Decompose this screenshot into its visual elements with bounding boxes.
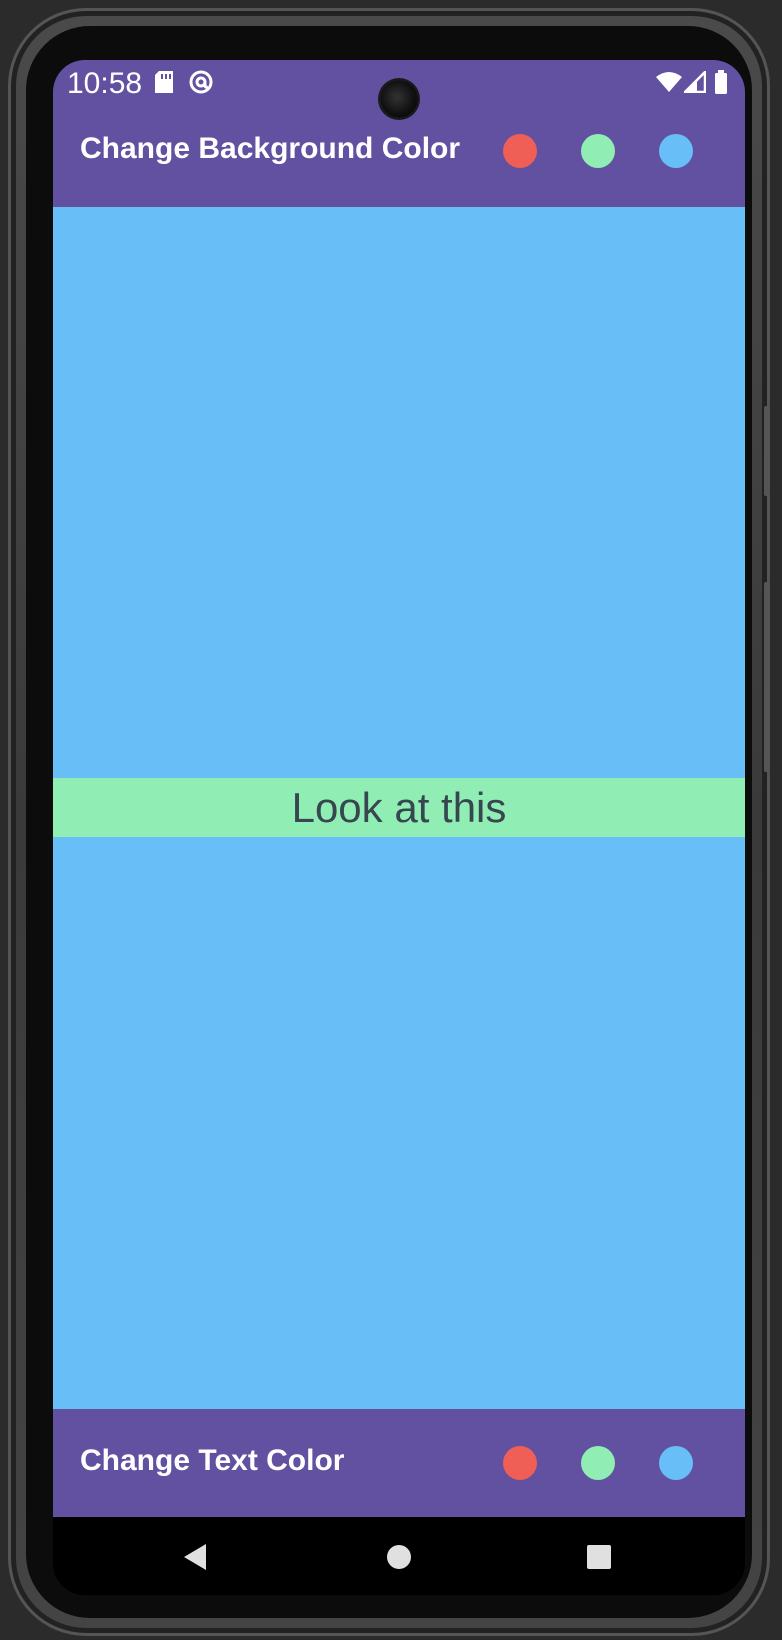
battery-icon: [707, 68, 735, 96]
content-area: Look at this: [53, 207, 745, 1409]
top-app-bar: 10:58 Change Background Color: [53, 60, 745, 207]
background-color-title: Change Background Color: [80, 132, 461, 165]
sd-card-icon: [150, 68, 178, 96]
text-green-button[interactable]: [581, 1446, 615, 1480]
volume-button: [764, 406, 770, 496]
recents-icon[interactable]: [579, 1537, 619, 1577]
bg-green-button[interactable]: [581, 134, 615, 168]
system-nav-bar: [53, 1517, 745, 1595]
bottom-bar: Change Text Color: [53, 1409, 745, 1517]
text-red-button[interactable]: [503, 1446, 537, 1480]
at-sign-icon: [187, 68, 215, 96]
front-camera: [380, 80, 418, 118]
bg-red-button[interactable]: [503, 134, 537, 168]
bg-blue-button[interactable]: [659, 134, 693, 168]
signal-icon: [681, 68, 709, 96]
message-text: Look at this: [291, 783, 507, 831]
text-blue-button[interactable]: [659, 1446, 693, 1480]
wifi-icon: [655, 68, 683, 96]
text-color-title: Change Text Color: [80, 1444, 345, 1477]
screen: 10:58 Change Background Color Look at th…: [53, 60, 745, 1595]
message-banner: Look at this: [53, 778, 745, 837]
phone-frame: 10:58 Change Background Color Look at th…: [8, 8, 770, 1636]
back-icon[interactable]: [175, 1537, 215, 1577]
status-time: 10:58: [67, 67, 143, 100]
power-button: [764, 582, 770, 772]
home-icon[interactable]: [379, 1537, 419, 1577]
